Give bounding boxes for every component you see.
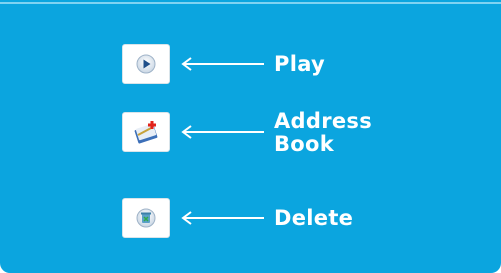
delete-pointer-arrow	[181, 211, 264, 225]
legend-panel: Play Address Book Delete	[0, 4, 501, 273]
address-book-button[interactable]	[122, 112, 170, 152]
address-book-label: Address Book	[274, 109, 373, 156]
play-button[interactable]	[122, 44, 170, 84]
delete-icon	[136, 208, 156, 228]
delete-label: Delete	[274, 206, 354, 230]
play-label: Play	[274, 52, 326, 76]
play-pointer-arrow	[181, 57, 264, 71]
address-book-icon	[134, 121, 158, 144]
delete-button[interactable]	[122, 198, 170, 238]
address-book-pointer-arrow	[181, 125, 264, 139]
play-icon	[136, 54, 156, 74]
